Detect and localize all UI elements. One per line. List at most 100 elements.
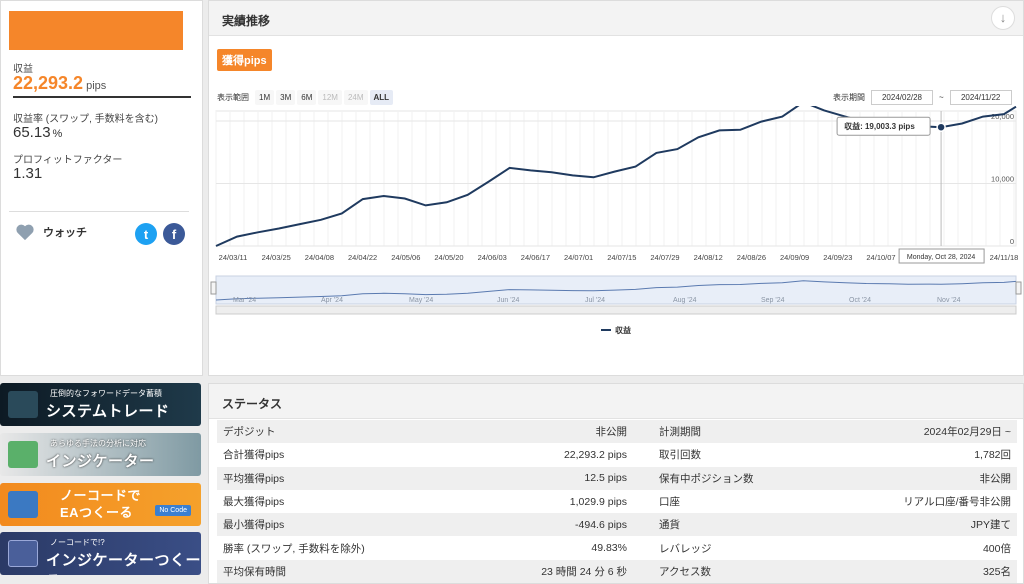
return-value: 65.13%	[13, 124, 63, 141]
range-24m-button[interactable]: 24M	[343, 90, 368, 105]
x-tick-label: 24/09/09	[780, 253, 809, 262]
no-code-badge: No Code	[155, 505, 191, 516]
status-row: デポジット 非公開 計測期間 2024年02月29日 ~	[217, 420, 1017, 444]
date-from-input[interactable]: 2024/02/28	[871, 90, 933, 105]
navigator-month-label: Jun '24	[497, 297, 519, 304]
x-tick-label: 24/06/17	[521, 253, 550, 262]
banner-ea-tsukuru[interactable]: ノーコードで EAつくーる No Code	[0, 483, 201, 526]
banner-indicator[interactable]: あらゆる手法の分析に対応 インジケーター	[0, 433, 201, 476]
status-table: デポジット 非公開 計測期間 2024年02月29日 ~ 合計獲得pips 22,293.…	[217, 420, 1017, 584]
status-label: 平均保有時間	[223, 565, 286, 578]
navigator-scrollbar	[215, 305, 1017, 315]
monitor-icon	[8, 491, 38, 518]
status-label: 最小獲得pips	[223, 519, 285, 532]
return-label: 収益率 (スワップ, 手数料を含む)	[13, 114, 158, 125]
hover-point	[936, 122, 946, 132]
status-value: JPY建て	[970, 519, 1011, 532]
navigator-month-label: Jul '24	[585, 297, 605, 304]
status-value: リアル口座/番号非公開	[903, 496, 1011, 509]
banner-subtitle: あらゆる手法の分析に対応	[50, 439, 146, 448]
navigator-handle-left	[210, 281, 217, 295]
navigator-month-label: Nov '24	[937, 297, 961, 304]
range-all-button[interactable]: ALL	[369, 90, 394, 105]
x-tick-label: 24/04/08	[305, 253, 334, 262]
range-12m-button[interactable]: 12M	[318, 90, 342, 105]
navigator-month-label: Mar '24	[233, 297, 256, 304]
status-value: 49.83%	[591, 542, 627, 555]
x-tick-label: 24/07/15	[607, 253, 636, 262]
y-tick-label: 10,000	[991, 175, 1014, 184]
status-row: 最小獲得pips -494.6 pips 通貨 JPY建て	[217, 513, 1017, 537]
status-label: 口座	[659, 496, 680, 509]
navigator-month-label: Sep '24	[761, 297, 785, 304]
status-label: 勝率 (スワップ, 手数料を除外)	[223, 542, 365, 555]
navigator-handle-right	[1015, 281, 1022, 295]
x-tick-label: 24/03/25	[262, 253, 291, 262]
date-to-input[interactable]: 2024/11/22	[949, 90, 1012, 105]
twitter-icon[interactable]: t	[135, 223, 157, 245]
panel-header: 実績推移 ↓	[209, 1, 1023, 36]
banner-subtitle: ノーコードで!?	[50, 538, 105, 547]
banner-indicator-tsukuru[interactable]: ノーコードで!? インジケーターつくーる	[0, 532, 201, 575]
navigator-month-label: Apr '24	[321, 297, 343, 304]
banner-title: インジケーター	[46, 453, 155, 470]
watch-button[interactable]: ウォッチ	[15, 223, 87, 241]
status-row: 平均保有時間 23 時間 24 分 6 秒 アクセス数 325名	[217, 559, 1017, 584]
status-label: 通貨	[659, 519, 680, 532]
navigator-month-label: Oct '24	[849, 297, 871, 304]
banner-system-trade[interactable]: 圧倒的なフォワードデータ蓄積 システムトレード	[0, 383, 201, 426]
range-6m-button[interactable]: 6M	[297, 90, 317, 105]
chart-icon	[8, 391, 38, 418]
status-label: 合計獲得pips	[223, 449, 285, 462]
candlestick-icon	[8, 441, 38, 468]
status-value: 1,029.9 pips	[569, 495, 627, 508]
navigator-month-label: Aug '24	[673, 297, 697, 304]
period-label: 表示期間	[833, 93, 865, 102]
date-separator: ~	[939, 93, 944, 102]
status-value: 23 時間 24 分 6 秒	[541, 565, 627, 578]
performance-chart[interactable]: 010,00020,00024/03/11 24/03/25 24/04/08 24/…	[209, 106, 1023, 341]
facebook-icon[interactable]: f	[163, 223, 185, 245]
status-value: 400倍	[982, 542, 1011, 555]
watch-label: ウォッチ	[43, 227, 87, 239]
status-label: 最大獲得pips	[223, 496, 285, 509]
download-icon[interactable]: ↓	[991, 6, 1015, 30]
x-tick-label: 24/03/11	[219, 253, 248, 262]
status-title: ステータス	[209, 384, 1023, 419]
performance-panel: 実績推移 ↓ 獲得pips 表示範囲 1M 3M 6M 12M 24M ALL …	[208, 0, 1024, 376]
status-value: 22,293.2 pips	[563, 448, 627, 461]
range-3m-button[interactable]: 3M	[276, 90, 296, 105]
divider	[9, 211, 189, 212]
status-value: 非公開	[595, 426, 628, 439]
range-label: 表示範囲	[217, 93, 249, 102]
x-tick-label: 24/04/22	[348, 253, 377, 262]
status-label: デポジット	[223, 426, 276, 439]
banner-title: ノーコードで EAつくーる	[60, 488, 142, 520]
banner-subtitle: 圧倒的なフォワードデータ蓄積	[50, 389, 162, 398]
status-panel: ステータス デポジット 非公開 計測期間 2024年02月29日 ~ 合計獲得pips 2…	[208, 383, 1024, 584]
period-selector: 表示期間 2024/02/28 ~ 2024/11/22	[833, 90, 1012, 105]
x-tick-label: 24/11/18	[990, 253, 1019, 262]
ea-name-banner[interactable]	[9, 11, 183, 50]
x-tick-label: 24/10/07	[866, 253, 895, 262]
status-value: 2024年02月29日 ~	[923, 426, 1011, 439]
x-tick-label: 24/07/29	[650, 253, 679, 262]
pf-value: 1.31	[13, 165, 43, 182]
tooltip-text: 収益: 19,003.3 pips	[844, 121, 915, 131]
x-tick-label: 24/07/01	[564, 253, 593, 262]
crosshair-date: Monday, Oct 28, 2024	[907, 254, 975, 261]
status-value: -494.6 pips	[575, 518, 627, 531]
status-label: 平均獲得pips	[223, 472, 285, 485]
status-value: 12.5 pips	[584, 472, 627, 485]
x-tick-label: 24/08/12	[694, 253, 723, 262]
status-row: 平均獲得pips 12.5 pips 保有中ポジション数 非公開	[217, 466, 1017, 490]
banner-title: インジケーターつくーる	[46, 552, 201, 575]
x-tick-label: 24/05/06	[391, 253, 420, 262]
status-label: レバレッジ	[659, 542, 712, 555]
status-value: 非公開	[979, 472, 1012, 485]
range-1m-button[interactable]: 1M	[255, 90, 275, 105]
pf-label: プロフィットファクター	[13, 155, 123, 166]
banner-title: システムトレード	[46, 403, 170, 420]
pips-tab[interactable]: 獲得pips	[217, 49, 272, 71]
x-tick-label: 24/09/23	[823, 253, 852, 262]
